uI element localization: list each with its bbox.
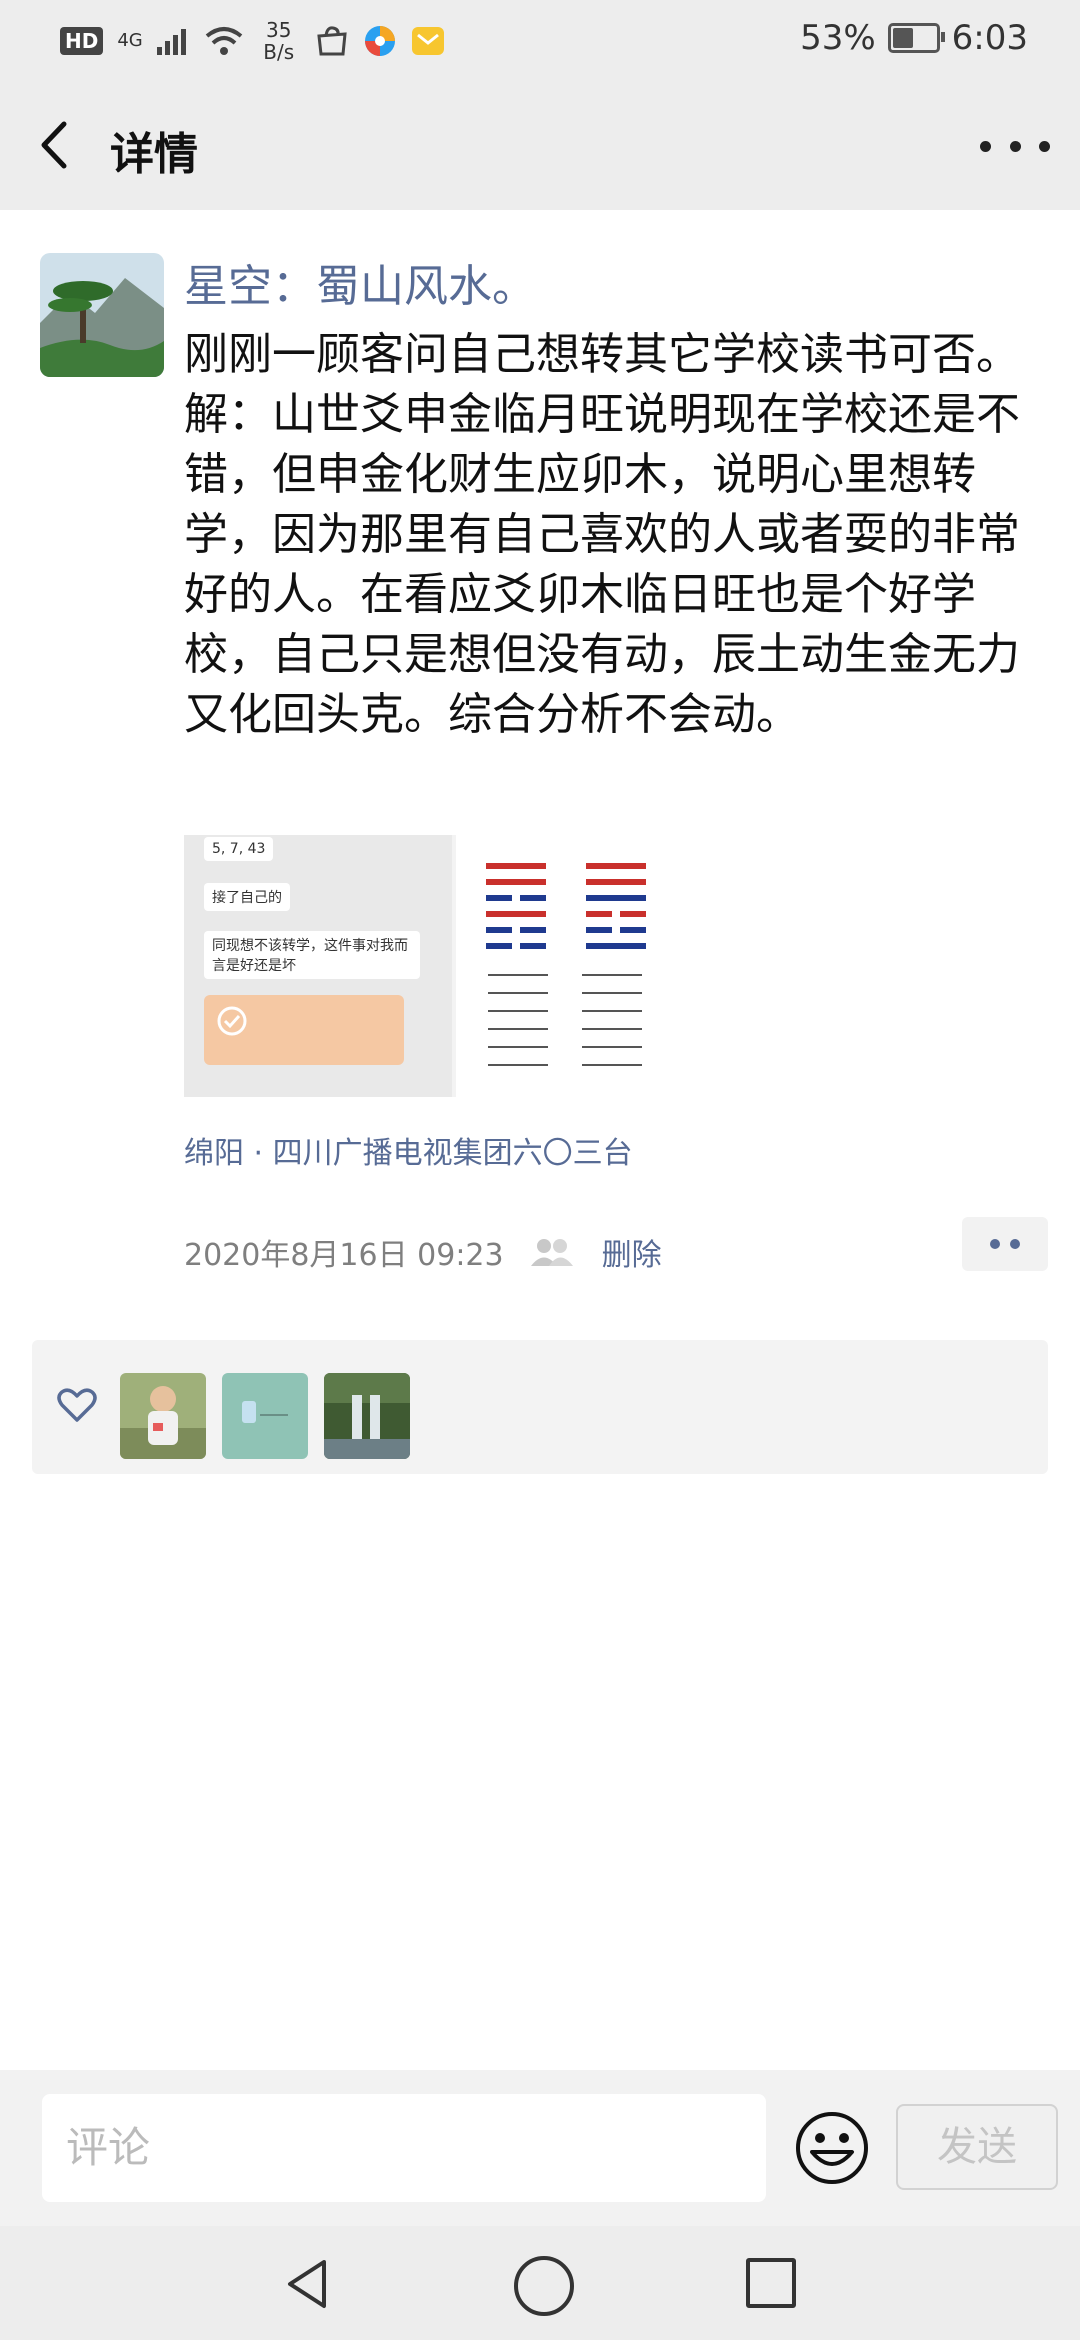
author-avatar[interactable] — [40, 253, 164, 377]
battery-icon — [887, 23, 945, 53]
page-title: 详情 — [110, 129, 198, 180]
send-button[interactable]: 发送 — [896, 2104, 1058, 2190]
post-image[interactable]: 5, 7, 43 接了自己的 同现想不该转学，这件事对我而言是好还是坏 — [184, 835, 674, 1097]
chevron-left-icon — [41, 121, 67, 169]
wifi-icon — [205, 27, 243, 55]
liker-avatar[interactable] — [120, 1373, 206, 1459]
title-bar: 详情 — [0, 80, 1080, 210]
comment-input[interactable]: 评论 — [42, 2094, 766, 2202]
battery-percent: 53% — [800, 18, 876, 58]
clock: 6:03 — [951, 18, 1028, 58]
bag-icon — [317, 26, 347, 56]
comment-bar: 评论 发送 — [0, 2070, 1080, 2226]
app-pinwheel-icon — [364, 26, 395, 56]
post-meta: 2020年8月16日 09:23 删除 — [184, 1230, 662, 1274]
post-location[interactable]: 绵阳 · 四川广播电视集团六〇三台 — [184, 1128, 633, 1172]
network-type: 4G — [117, 30, 143, 51]
more-dot-icon — [1039, 140, 1050, 152]
post-timestamp: 2020年8月16日 09:23 — [184, 1238, 504, 1273]
back-button[interactable] — [30, 112, 90, 178]
system-navigation-bar — [0, 2226, 1080, 2340]
delete-link[interactable]: 删除 — [602, 1230, 662, 1274]
nav-back-icon[interactable] — [280, 2256, 336, 2312]
hexagram-image — [456, 835, 674, 1097]
likes-section — [32, 1340, 1048, 1474]
mail-icon — [411, 27, 444, 55]
speed-value: 35 — [266, 18, 292, 42]
hd-indicator: HD — [60, 27, 104, 55]
signal-icon — [156, 29, 186, 55]
more-options-button[interactable] — [980, 124, 1050, 168]
liker-avatar[interactable] — [324, 1373, 410, 1459]
chat-screenshot-image: 5, 7, 43 接了自己的 同现想不该转学，这件事对我而言是好还是坏 — [184, 835, 452, 1097]
nav-home-icon[interactable] — [514, 2256, 574, 2316]
status-bar: HD 4G 35 B/s 53% 6:03 — [0, 0, 1080, 80]
nav-recent-apps-icon[interactable] — [746, 2258, 796, 2308]
speed-unit: B/s — [263, 40, 295, 64]
landscape-image — [40, 253, 164, 377]
liker-avatar[interactable] — [222, 1373, 308, 1459]
action-dot-icon — [1010, 1239, 1020, 1249]
emoji-icon[interactable] — [794, 2110, 870, 2186]
author-name[interactable]: 星空：蜀山风水。 — [184, 250, 536, 314]
more-dot-icon — [1009, 140, 1021, 152]
more-dot-icon — [980, 140, 991, 152]
visibility-people-icon — [530, 1239, 573, 1266]
heart-icon — [57, 1388, 97, 1422]
network-speed: 35 B/s — [257, 19, 301, 63]
post-content: 刚刚一顾客问自己想转其它学校读书可否。解：山世爻申金临月旺说明现在学校还是不错，… — [184, 329, 1020, 740]
post-actions-button[interactable] — [962, 1217, 1048, 1271]
action-dot-icon — [990, 1239, 1000, 1249]
